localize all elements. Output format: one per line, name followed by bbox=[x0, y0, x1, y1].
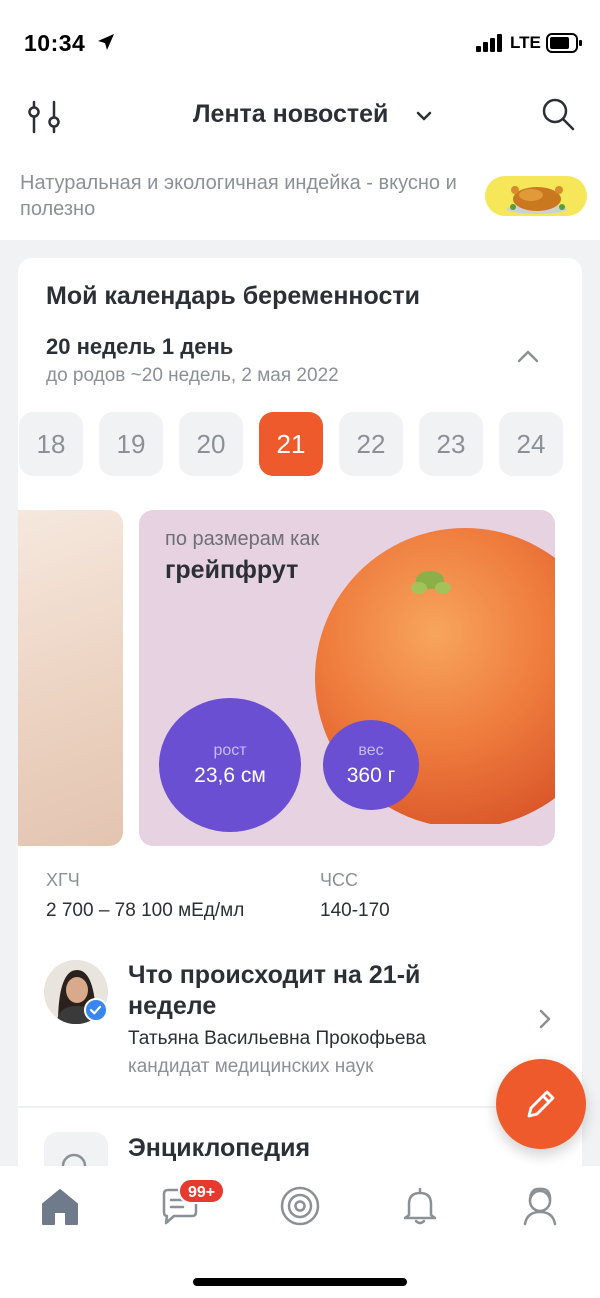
weight-value: 360 г bbox=[346, 764, 396, 787]
home-icon[interactable] bbox=[38, 1184, 82, 1228]
hcg-label: ХГЧ bbox=[46, 870, 80, 890]
chevron-down-icon[interactable] bbox=[416, 110, 432, 122]
week-chip[interactable]: 23 bbox=[419, 412, 483, 476]
weight-bubble: вес 360 г bbox=[323, 720, 419, 810]
fruit-size-slide[interactable]: по размерам как грейпфрут рост 23,6 см в… bbox=[139, 510, 555, 846]
hcg-value: 2 700 – 78 100 мЕд/мл bbox=[46, 900, 245, 921]
week-chip[interactable]: 24 bbox=[499, 412, 563, 476]
week-article[interactable]: Что происходит на 21-й неделе Татьяна Ва… bbox=[18, 948, 582, 1098]
status-time: 10:34 bbox=[24, 30, 86, 56]
bell-icon[interactable] bbox=[398, 1184, 442, 1228]
card-title: Мой календарь беременности bbox=[46, 282, 420, 310]
size-caption: по размерам как bbox=[165, 528, 320, 550]
home-indicator bbox=[193, 1278, 407, 1286]
week-chip[interactable]: 20 bbox=[179, 412, 243, 476]
verified-icon bbox=[84, 998, 108, 1022]
height-label: рост bbox=[213, 742, 247, 759]
height-value: 23,6 см bbox=[194, 764, 266, 787]
search-icon[interactable] bbox=[540, 96, 576, 132]
roast-turkey-icon bbox=[507, 186, 567, 214]
weight-label: вес bbox=[358, 742, 384, 759]
author-name: Татьяна Васильевна Прокофьева bbox=[128, 1028, 426, 1049]
heart-rate-value: 140-170 bbox=[320, 900, 390, 921]
encyclopedia-title[interactable]: Энциклопедия bbox=[128, 1134, 310, 1163]
filter-icon[interactable] bbox=[26, 98, 64, 136]
current-term: 20 недель 1 день bbox=[46, 334, 234, 359]
week-chip[interactable]: 18 bbox=[19, 412, 83, 476]
target-icon[interactable] bbox=[278, 1184, 322, 1228]
signal-icon bbox=[476, 34, 502, 52]
article-title: Что происходит на 21-й неделе bbox=[128, 961, 421, 1020]
profile-icon[interactable] bbox=[518, 1184, 562, 1228]
previous-slide[interactable] bbox=[18, 510, 123, 846]
feed-title[interactable]: Лента новостей bbox=[193, 100, 388, 129]
week-chip[interactable]: 22 bbox=[339, 412, 403, 476]
ad-image bbox=[485, 176, 587, 216]
battery-icon bbox=[546, 33, 582, 53]
height-bubble: рост 23,6 см bbox=[159, 698, 301, 832]
author-degree: кандидат медицинских наук bbox=[128, 1056, 374, 1077]
heart-rate-label: ЧСС bbox=[320, 870, 358, 890]
pencil-icon bbox=[527, 1090, 555, 1118]
status-bar: 10:34 LTE bbox=[0, 0, 600, 88]
week-chip[interactable]: 19 bbox=[99, 412, 163, 476]
chevron-right-icon bbox=[539, 1009, 551, 1029]
network-label: LTE bbox=[510, 33, 541, 52]
due-date: до родов ~20 недель, 2 мая 2022 bbox=[46, 365, 339, 386]
location-arrow-icon bbox=[98, 34, 114, 50]
tab-bar: 99+ bbox=[0, 1166, 600, 1298]
ad-banner[interactable]: Натуральная и экологичная индейка - вкус… bbox=[0, 158, 600, 240]
week-chip-active[interactable]: 21 bbox=[259, 412, 323, 476]
pregnancy-calendar-card: Мой календарь беременности 20 недель 1 д… bbox=[18, 258, 582, 1188]
chat-badge: 99+ bbox=[178, 1178, 226, 1204]
chevron-up-icon[interactable] bbox=[516, 348, 540, 364]
ad-text: Натуральная и экологичная индейка - вкус… bbox=[20, 172, 457, 220]
compose-button[interactable] bbox=[496, 1059, 586, 1149]
app-header: Лента новостей bbox=[0, 88, 600, 158]
fruit-name: грейпфрут bbox=[165, 556, 299, 584]
